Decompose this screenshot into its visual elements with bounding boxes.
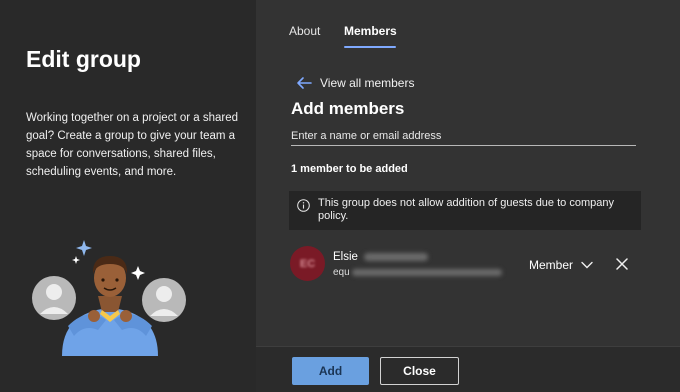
- info-icon: [297, 199, 310, 212]
- redacted-surname: [363, 253, 428, 261]
- avatar-initials: EC: [299, 257, 316, 270]
- tab-about[interactable]: About: [289, 24, 320, 38]
- close-button[interactable]: Close: [380, 357, 459, 385]
- member-email: equ: [333, 267, 502, 278]
- back-link-label: View all members: [320, 76, 415, 90]
- role-dropdown[interactable]: Member: [529, 258, 593, 272]
- search-field[interactable]: [291, 126, 636, 146]
- active-tab-indicator: [344, 46, 396, 48]
- guest-policy-notice: This group does not allow addition of gu…: [289, 191, 641, 230]
- add-members-title: Add members: [291, 99, 405, 118]
- avatar: EC: [290, 246, 325, 281]
- role-label: Member: [529, 258, 574, 272]
- right-panel: About Members View all members Add membe…: [256, 0, 680, 392]
- tab-members[interactable]: Members: [344, 24, 397, 38]
- members-count: 1 member to be added: [291, 163, 408, 175]
- notice-text: This group does not allow addition of gu…: [318, 197, 614, 222]
- view-all-members-link[interactable]: View all members: [296, 76, 414, 90]
- member-name-text: Elsie: [333, 251, 358, 263]
- panel-title: Edit group: [26, 46, 141, 72]
- panel-description: Working together on a project or a share…: [26, 112, 239, 178]
- arrow-left-icon: [297, 77, 312, 89]
- team-illustration: [32, 240, 186, 356]
- footer-bar: Add Close: [256, 346, 680, 392]
- member-name: Elsie: [333, 251, 428, 263]
- redacted-email: [351, 269, 502, 276]
- chevron-down-icon: [581, 261, 593, 269]
- member-email-text: equ: [333, 267, 350, 278]
- member-row: EC Elsie equ Member: [290, 246, 640, 284]
- search-input[interactable]: [291, 127, 636, 145]
- left-panel: Edit group Working together on a project…: [0, 0, 256, 392]
- add-button[interactable]: Add: [292, 357, 369, 385]
- close-icon[interactable]: [616, 258, 628, 270]
